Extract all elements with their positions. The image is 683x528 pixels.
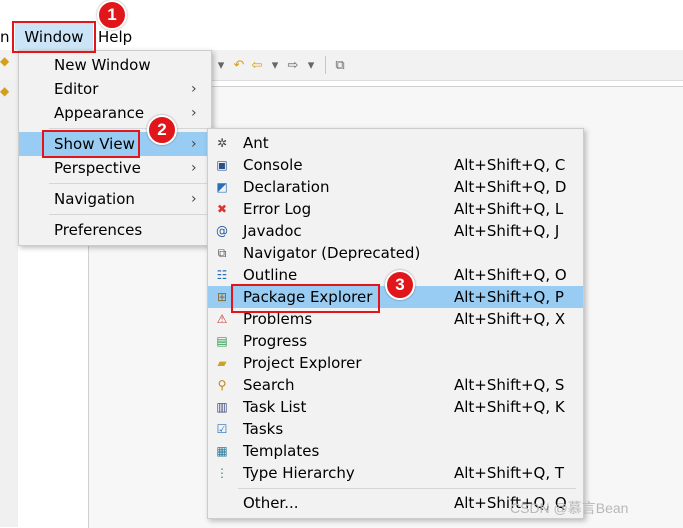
menu-item-preferences[interactable]: Preferences	[19, 218, 211, 242]
highlight-box-package-explorer	[231, 284, 380, 313]
shortcut-text: Alt+Shift+Q, O	[454, 266, 567, 284]
error-log-icon: ✖	[216, 202, 228, 216]
menu-item-label: Perspective	[54, 159, 141, 177]
toolbar-stub-icon: ◆	[0, 84, 10, 98]
pin-editor-icon[interactable]: ⧉	[333, 58, 347, 73]
chevron-right-icon: ›	[191, 191, 197, 207]
package-explorer-icon: ⊞	[216, 290, 228, 304]
view-item-task-list[interactable]: ▥ Task List Alt+Shift+Q, K	[208, 396, 583, 418]
shortcut-text: Alt+Shift+Q, K	[454, 398, 565, 416]
project-explorer-icon: ▰	[217, 356, 227, 370]
view-item-progress[interactable]: ▤ Progress	[208, 330, 583, 352]
view-item-label: Navigator (Deprecated)	[243, 244, 421, 262]
type-hierarchy-icon: ⋮	[216, 466, 228, 480]
view-item-navigator[interactable]: ⧉ Navigator (Deprecated)	[208, 242, 583, 264]
view-item-label: Outline	[243, 266, 298, 284]
view-item-label: Task List	[243, 398, 307, 416]
step-badge-3: 3	[385, 270, 415, 300]
shortcut-text: Alt+Shift+Q, J	[454, 222, 560, 240]
view-item-label: Search	[243, 376, 295, 394]
chevron-right-icon: ›	[191, 160, 197, 176]
back-icon[interactable]: ⇦	[250, 58, 264, 73]
menu-item-label: New Window	[54, 56, 151, 74]
view-item-label: Ant	[243, 134, 269, 152]
chevron-right-icon: ›	[191, 105, 197, 121]
view-item-label: Tasks	[243, 420, 284, 438]
shortcut-text: Alt+Shift+Q, D	[454, 178, 567, 196]
shortcut-text: Alt+Shift+Q, T	[454, 464, 565, 482]
view-item-ant[interactable]: ✲ Ant	[208, 132, 583, 154]
menu-item-navigation[interactable]: Navigation ›	[19, 187, 211, 211]
view-item-console[interactable]: ▣ Console Alt+Shift+Q, C	[208, 154, 583, 176]
dropdown-arrow-icon[interactable]: ▾	[214, 58, 228, 73]
last-edit-location-icon[interactable]: ↶	[232, 58, 246, 73]
shortcut-text: Alt+Shift+Q, X	[454, 310, 566, 328]
back-dropdown-icon[interactable]: ▾	[268, 58, 282, 73]
view-item-javadoc[interactable]: @ Javadoc Alt+Shift+Q, J	[208, 220, 583, 242]
step-badge-1: 1	[97, 0, 127, 30]
menu-item-perspective[interactable]: Perspective ›	[19, 156, 211, 180]
navigator-icon: ⧉	[217, 246, 227, 260]
shortcut-text: Alt+Shift+Q, L	[454, 200, 564, 218]
progress-icon: ▤	[216, 334, 228, 348]
view-item-label: Console	[243, 156, 303, 174]
forward-dropdown-icon[interactable]: ▾	[304, 58, 318, 73]
highlight-box-window	[12, 21, 96, 53]
toolbar-stub-icon: ◆	[0, 54, 10, 68]
tasks-icon: ☑	[216, 422, 228, 436]
highlight-box-show-view	[42, 130, 140, 158]
view-item-label: Declaration	[243, 178, 330, 196]
step-badge-2: 2	[147, 115, 177, 145]
templates-icon: ▦	[216, 444, 228, 458]
view-item-label: Error Log	[243, 200, 312, 218]
forward-icon[interactable]: ⇨	[286, 58, 300, 73]
outline-icon: ☷	[216, 268, 228, 282]
menu-item-editor[interactable]: Editor ›	[19, 77, 211, 101]
chevron-right-icon: ›	[191, 136, 197, 152]
view-item-label: Progress	[243, 332, 308, 350]
shortcut-text: Alt+Shift+Q, P	[454, 288, 564, 306]
toolbar-separator	[325, 56, 326, 74]
view-item-type-hierarchy[interactable]: ⋮ Type Hierarchy Alt+Shift+Q, T	[208, 462, 583, 484]
left-side-strip	[0, 80, 18, 527]
chevron-right-icon: ›	[191, 81, 197, 97]
shortcut-text: Alt+Shift+Q, C	[454, 156, 566, 174]
shortcut-text: Alt+Shift+Q, S	[454, 376, 565, 394]
menu-item-appearance[interactable]: Appearance ›	[19, 101, 211, 125]
search-icon: ⚲	[217, 378, 227, 392]
view-item-label: Templates	[243, 442, 320, 460]
show-view-submenu: ✲ Ant ▣ Console Alt+Shift+Q, C ◩ Declara…	[207, 128, 584, 519]
watermark: CSDN @慕言Bean	[510, 500, 629, 516]
menu-item-label: Preferences	[54, 221, 143, 239]
javadoc-icon: @	[216, 224, 228, 238]
menu-separator	[49, 183, 207, 184]
view-item-project-explorer[interactable]: ▰ Project Explorer	[208, 352, 583, 374]
ant-icon: ✲	[216, 136, 228, 150]
toolbar-icon-group: ▾ ↶ ⇦ ▾ ⇨ ▾ ⧉	[214, 50, 347, 80]
task-list-icon: ▥	[216, 400, 228, 414]
view-item-tasks[interactable]: ☑ Tasks	[208, 418, 583, 440]
view-item-label: Javadoc	[243, 222, 302, 240]
menu-separator	[49, 128, 207, 129]
view-item-label: Type Hierarchy	[243, 464, 355, 482]
menu-separator	[238, 488, 576, 489]
problems-icon: ⚠	[216, 312, 228, 326]
declaration-icon: ◩	[216, 180, 228, 194]
view-item-templates[interactable]: ▦ Templates	[208, 440, 583, 462]
console-icon: ▣	[216, 158, 228, 172]
menu-item-label: Navigation	[54, 190, 135, 208]
view-item-error-log[interactable]: ✖ Error Log Alt+Shift+Q, L	[208, 198, 583, 220]
menu-separator	[49, 214, 207, 215]
view-item-search[interactable]: ⚲ Search Alt+Shift+Q, S	[208, 374, 583, 396]
menu-bar-item-partial[interactable]: n	[0, 22, 10, 50]
menu-item-label: Appearance	[54, 104, 145, 122]
menu-item-label: Editor	[54, 80, 99, 98]
view-item-declaration[interactable]: ◩ Declaration Alt+Shift+Q, D	[208, 176, 583, 198]
view-item-label: Other...	[243, 494, 299, 512]
menu-item-new-window[interactable]: New Window	[19, 53, 211, 77]
view-item-label: Project Explorer	[243, 354, 362, 372]
